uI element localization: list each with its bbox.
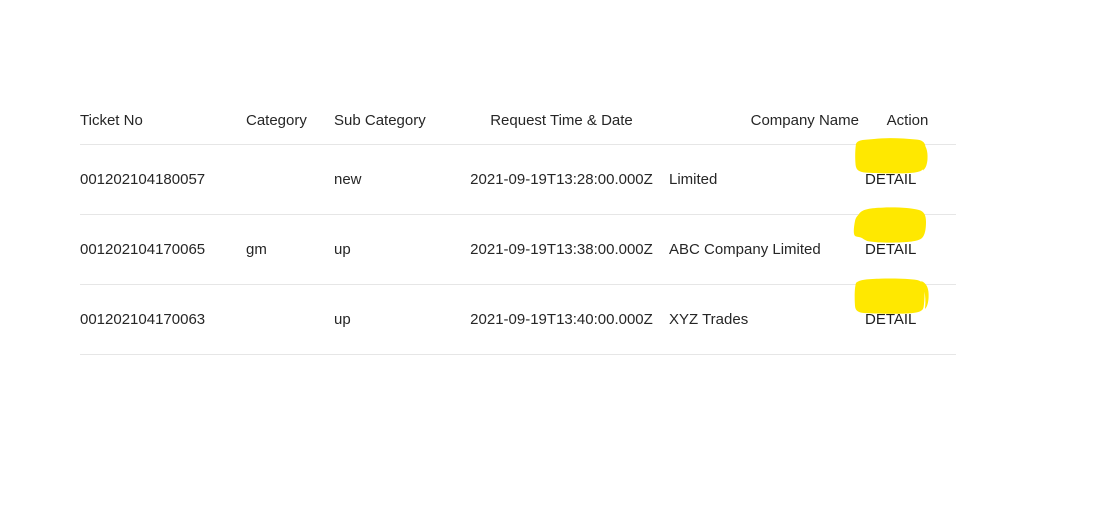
cell-request-time: 2021-09-19T13:38:00.000Z (454, 214, 669, 285)
column-header-action: Action (859, 96, 956, 145)
cell-sub-category: up (334, 214, 454, 285)
table-row: 001202104170063 up 2021-09-19T13:40:00.0… (80, 278, 956, 355)
cell-action: DETAIL (854, 278, 956, 355)
cell-request-time: 2021-09-19T13:28:00.000Z (454, 144, 669, 215)
detail-button[interactable]: DETAIL (859, 166, 921, 193)
cell-request-time: 2021-09-19T13:40:00.000Z (454, 284, 669, 355)
table-row: 001202104170065 gm up 2021-09-19T13:38:0… (80, 207, 956, 285)
table-header-row: Ticket No Category Sub Category Request … (80, 96, 956, 145)
cell-category (246, 144, 334, 215)
cell-company-name: ABC Company Limited (669, 214, 859, 285)
cell-action: DETAIL (855, 138, 956, 215)
table-row: 001202104180057 new 2021-09-19T13:28:00.… (80, 138, 956, 215)
cell-category (246, 284, 334, 355)
column-header-company-name: Company Name (669, 96, 859, 145)
ticket-table-container: Ticket No Category Sub Category Request … (80, 96, 956, 355)
column-header-sub-category: Sub Category (334, 96, 454, 145)
cell-sub-category: up (334, 284, 454, 355)
column-header-request-time: Request Time & Date (454, 96, 669, 145)
detail-button[interactable]: DETAIL (859, 306, 921, 333)
table-header: Ticket No Category Sub Category Request … (80, 96, 956, 145)
cell-category: gm (246, 214, 334, 285)
cell-action: DETAIL (853, 207, 956, 285)
cell-ticket-no: 001202104170065 (80, 214, 246, 285)
table-body: 001202104180057 new 2021-09-19T13:28:00.… (80, 138, 956, 355)
column-header-category: Category (246, 96, 334, 145)
ticket-table: Ticket No Category Sub Category Request … (80, 96, 956, 355)
column-header-ticket-no: Ticket No (80, 96, 246, 145)
cell-sub-category: new (334, 144, 454, 215)
cell-ticket-no: 001202104170063 (80, 284, 246, 355)
cell-company-name: Limited (669, 144, 859, 215)
cell-ticket-no: 001202104180057 (80, 144, 246, 215)
cell-company-name: XYZ Trades (669, 284, 859, 355)
company-name-tail: Limited (669, 171, 718, 188)
detail-button[interactable]: DETAIL (859, 236, 921, 263)
